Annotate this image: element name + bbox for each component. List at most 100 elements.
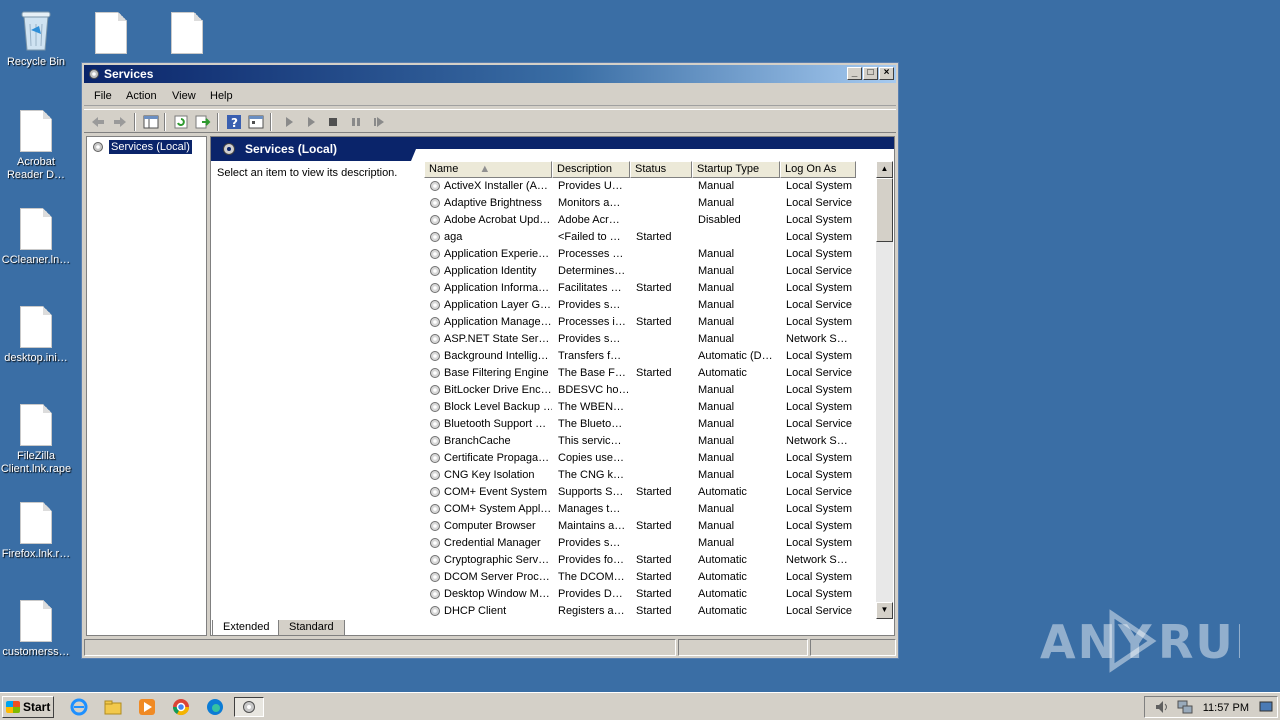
desktop-icon-label: Recycle Bin [6,56,66,68]
help-button[interactable]: ? [225,113,243,130]
network-icon[interactable] [1177,700,1193,714]
desktop-icon-ccleaner[interactable]: CCleaner.ln… [0,208,74,267]
table-row[interactable]: Desktop Window M… Provides D… Started Autom… [424,586,879,603]
table-row[interactable]: BranchCache This servic… Manual Network S… [424,433,879,450]
taskbar-explorer[interactable] [102,697,124,717]
table-row[interactable]: Application Experie… Processes … Manual Loc… [424,246,879,263]
start-label: Start [23,700,51,714]
desktop-icon-file[interactable] [73,12,149,58]
pause-service-button[interactable] [347,113,365,130]
scroll-down-button[interactable]: ▼ [876,602,893,619]
cell-log-on-as: Local System [786,214,853,226]
play-icon [308,116,315,127]
column-header-description[interactable]: Description [552,161,630,178]
tab-extended[interactable]: Extended [212,620,281,636]
column-header-log-on-as[interactable]: Log On As [780,161,856,178]
table-row[interactable]: BitLocker Drive Enc… BDESVC ho… Manual Loca… [424,382,879,399]
desktop-icon-customers[interactable]: customerss… [0,600,74,659]
desktop-icon-recycle-bin[interactable]: Recycle Bin [0,8,74,69]
table-row[interactable]: Base Filtering Engine The Base F… Started A… [424,365,879,382]
table-row[interactable]: DHCP Client Registers a… Started Automatic L… [424,603,879,619]
title-bar[interactable]: Services _ □ × [84,65,896,83]
tab-standard[interactable]: Standard [278,620,345,636]
cell-description: The CNG k… [558,469,625,481]
maximize-button[interactable]: □ [863,67,878,80]
column-header-startup-type[interactable]: Startup Type [692,161,780,178]
sort-ascending-icon: ▲ [479,163,491,175]
start-service-alt-button[interactable] [302,113,320,130]
cell-name: Credential Manager [444,537,541,549]
svg-text:?: ? [231,116,238,130]
table-row[interactable]: ActiveX Installer (A… Provides U… Manual Lo… [424,178,879,195]
table-row[interactable]: ASP.NET State Ser… Provides s… Manual Netwo… [424,331,879,348]
show-desktop-icon[interactable] [1259,701,1273,713]
svg-text:RUN: RUN [1158,615,1240,669]
menu-file[interactable]: File [94,90,112,102]
document-icon [20,110,52,152]
desktop-icon-acrobat[interactable]: Acrobat Reader D… [0,110,74,182]
volume-icon[interactable] [1155,700,1169,714]
desktop-icon-file[interactable] [149,12,225,58]
table-row[interactable]: Background Intellig… Transfers f… Automati… [424,348,879,365]
close-button[interactable]: × [879,67,894,80]
cell-description: Provides s… [558,299,621,311]
table-row[interactable]: Credential Manager Provides s… Manual Local… [424,535,879,552]
taskbar-internet-explorer[interactable] [68,697,90,717]
table-row[interactable]: Block Level Backup … The WBEN… Manual Local… [424,399,879,416]
cell-startup-type: Manual [698,537,735,549]
table-row[interactable]: Bluetooth Support … The Blueto… Manual Loca… [424,416,879,433]
table-row[interactable]: CNG Key Isolation The CNG k… Manual Local S… [424,467,879,484]
cell-description: Provides fo… [558,554,625,566]
tree-item-services-local[interactable]: Services (Local) [91,139,192,155]
service-gear-icon [430,436,440,446]
restart-service-button[interactable] [370,113,388,130]
column-header-name[interactable]: Name ▲ [424,161,552,178]
desktop-icon-firefox[interactable]: Firefox.lnk.r… [0,502,74,561]
start-service-button[interactable] [280,113,298,130]
table-row[interactable]: Adobe Acrobat Upd… Adobe Acr… Disabled Loca… [424,212,879,229]
desktop-icon-desktop-ini[interactable]: desktop.ini… [0,306,74,365]
cell-startup-type: Manual [698,299,735,311]
table-row[interactable]: COM+ System Appl… Manages t… Manual Local S… [424,501,879,518]
start-button[interactable]: Start [2,696,54,718]
menu-help[interactable]: Help [210,90,233,102]
taskbar-services[interactable] [234,697,264,717]
menu-view[interactable]: View [172,90,196,102]
table-row[interactable]: Certificate Propaga… Copies use… Manual Loc… [424,450,879,467]
export-list-button[interactable] [194,113,212,130]
desktop-icon-filezilla[interactable]: FileZilla Client.lnk.rape [0,404,74,476]
taskbar-media-player[interactable] [136,697,158,717]
back-button[interactable] [89,113,107,130]
scroll-up-button[interactable]: ▲ [876,161,893,178]
cell-status: Started [636,520,672,532]
pane-header: Services (Local) [211,137,894,161]
menu-action[interactable]: Action [126,90,157,102]
stop-service-button[interactable] [324,113,342,130]
table-row[interactable]: Application Identity Determines… Manual Loc… [424,263,879,280]
table-row[interactable]: Cryptographic Serv… Provides fo… Started Au… [424,552,879,569]
taskbar-edge[interactable] [204,697,226,717]
forward-button[interactable] [111,113,129,130]
cell-log-on-as: Local Service [786,486,853,498]
clock[interactable]: 11:57 PM [1203,702,1249,714]
taskbar-chrome[interactable] [170,697,192,717]
table-row[interactable]: COM+ Event System Supports S… Started Autom… [424,484,879,501]
vertical-scrollbar[interactable]: ▲ ▼ [876,161,893,619]
cell-startup-type: Manual [698,180,735,192]
table-row[interactable]: Application Informa… Facilitates … Started… [424,280,879,297]
table-row[interactable]: aga <Failed to … Started Local System [424,229,879,246]
refresh-button[interactable] [172,113,190,130]
show-hide-console-tree-button[interactable] [142,113,160,130]
scroll-thumb[interactable] [876,178,893,242]
table-row[interactable]: Application Manage… Processes i… Started Ma… [424,314,879,331]
table-row[interactable]: Application Layer G… Provides s… Manual Loc… [424,297,879,314]
properties-button[interactable] [247,113,265,130]
table-row[interactable]: DCOM Server Proc… The DCOM… Started Automat… [424,569,879,586]
service-gear-icon [430,232,440,242]
cell-description: Registers a… [558,605,625,617]
cell-startup-type: Automatic [698,571,747,583]
table-row[interactable]: Adaptive Brightness Monitors a… Manual Loca… [424,195,879,212]
table-row[interactable]: Computer Browser Maintains a… Started Manua… [424,518,879,535]
column-header-status[interactable]: Status [630,161,692,178]
minimize-button[interactable]: _ [847,67,862,80]
